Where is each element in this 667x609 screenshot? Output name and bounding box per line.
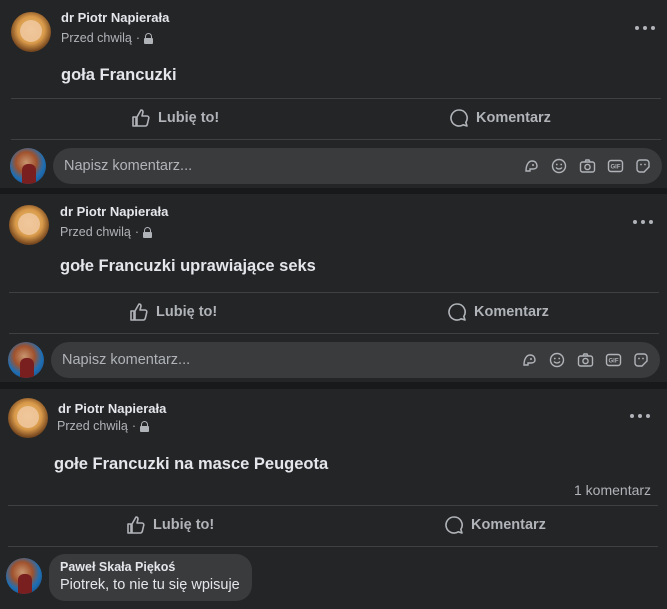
sticker-icon[interactable] — [634, 157, 652, 175]
post-text: goła Francuzki — [61, 66, 177, 84]
divider — [9, 333, 659, 334]
divider — [9, 292, 659, 293]
comment-input[interactable]: Napisz komentarz... GIF — [51, 342, 660, 378]
post-timestamp[interactable]: Przed chwilą — [57, 419, 128, 433]
comment-placeholder: Napisz komentarz... — [62, 352, 191, 368]
post-card: dr Piotr Napierała Przed chwilą · gołe F… — [0, 194, 667, 382]
comment-button[interactable]: Komentarz — [444, 515, 546, 535]
emoji-icon[interactable] — [550, 157, 568, 175]
post-text: gołe Francuzki na masce Peugeota — [54, 455, 329, 473]
thumbs-up-icon — [132, 109, 150, 127]
post-meta: Przed chwilą · — [60, 225, 153, 239]
lock-icon — [140, 421, 150, 432]
comment-button[interactable]: Komentarz — [447, 302, 549, 322]
like-button[interactable]: Lubię to! — [131, 108, 219, 128]
comment-button[interactable]: Komentarz — [449, 108, 551, 128]
post-author-name[interactable]: dr Piotr Napierała — [60, 204, 168, 219]
emoji-icon[interactable] — [548, 351, 566, 369]
thumbs-up-icon — [127, 516, 145, 534]
post-card: dr Piotr Napierała Przed chwilą · goła F… — [0, 0, 667, 188]
author-avatar[interactable] — [9, 205, 49, 245]
gif-icon[interactable]: GIF — [606, 157, 624, 175]
post-timestamp[interactable]: Przed chwilą — [61, 31, 132, 45]
lock-icon — [143, 227, 153, 238]
comment-label: Komentarz — [471, 517, 546, 533]
divider — [11, 139, 661, 140]
divider — [8, 546, 658, 547]
speech-bubble-icon — [450, 109, 468, 127]
like-label: Lubię to! — [153, 517, 215, 533]
comment-count[interactable]: 1 komentarz — [574, 482, 651, 498]
comment-input[interactable]: Napisz komentarz... GIF — [53, 148, 662, 184]
camera-icon[interactable] — [578, 157, 596, 175]
comment-author-name[interactable]: Paweł Skała Piękoś — [60, 560, 240, 574]
post-meta: Przed chwilą · — [57, 419, 150, 433]
gif-icon[interactable]: GIF — [604, 351, 622, 369]
speech-bubble-icon — [448, 303, 466, 321]
comment-bubble: Paweł Skała Piękoś Piotrek, to nie tu si… — [49, 554, 252, 601]
commenter-avatar[interactable] — [6, 558, 42, 594]
camera-icon[interactable] — [576, 351, 594, 369]
author-avatar[interactable] — [11, 12, 51, 52]
meta-separator: · — [135, 31, 141, 45]
like-button[interactable]: Lubię to! — [129, 302, 217, 322]
avatar-sticker-icon[interactable] — [520, 351, 538, 369]
comment-label: Komentarz — [476, 110, 551, 126]
more-options-icon[interactable] — [630, 409, 650, 423]
comment-placeholder: Napisz komentarz... — [64, 158, 193, 174]
lock-icon — [144, 33, 154, 44]
comment-text: Piotrek, to nie tu się wpisuje — [60, 577, 240, 593]
post-text: gołe Francuzki uprawiające seks — [60, 257, 316, 275]
current-user-avatar[interactable] — [8, 342, 44, 378]
like-button[interactable]: Lubię to! — [126, 515, 214, 535]
comment-label: Komentarz — [474, 304, 549, 320]
speech-bubble-icon — [445, 516, 463, 534]
sticker-icon[interactable] — [632, 351, 650, 369]
more-options-icon[interactable] — [633, 215, 653, 229]
avatar-sticker-icon[interactable] — [522, 157, 540, 175]
thumbs-up-icon — [130, 303, 148, 321]
more-options-icon[interactable] — [635, 21, 655, 35]
post-author-name[interactable]: dr Piotr Napierała — [58, 401, 166, 416]
post-card: dr Piotr Napierała Przed chwilą · gołe F… — [0, 389, 667, 609]
meta-separator: · — [134, 225, 140, 239]
current-user-avatar[interactable] — [10, 148, 46, 184]
divider — [8, 505, 658, 506]
like-label: Lubię to! — [158, 110, 220, 126]
author-avatar[interactable] — [8, 398, 48, 438]
meta-separator: · — [131, 419, 137, 433]
post-author-name[interactable]: dr Piotr Napierała — [61, 10, 169, 25]
svg-text:GIF: GIF — [610, 165, 620, 171]
svg-text:GIF: GIF — [608, 359, 618, 365]
post-meta: Przed chwilą · — [61, 31, 154, 45]
post-timestamp[interactable]: Przed chwilą — [60, 225, 131, 239]
divider — [11, 98, 661, 99]
like-label: Lubię to! — [156, 304, 218, 320]
